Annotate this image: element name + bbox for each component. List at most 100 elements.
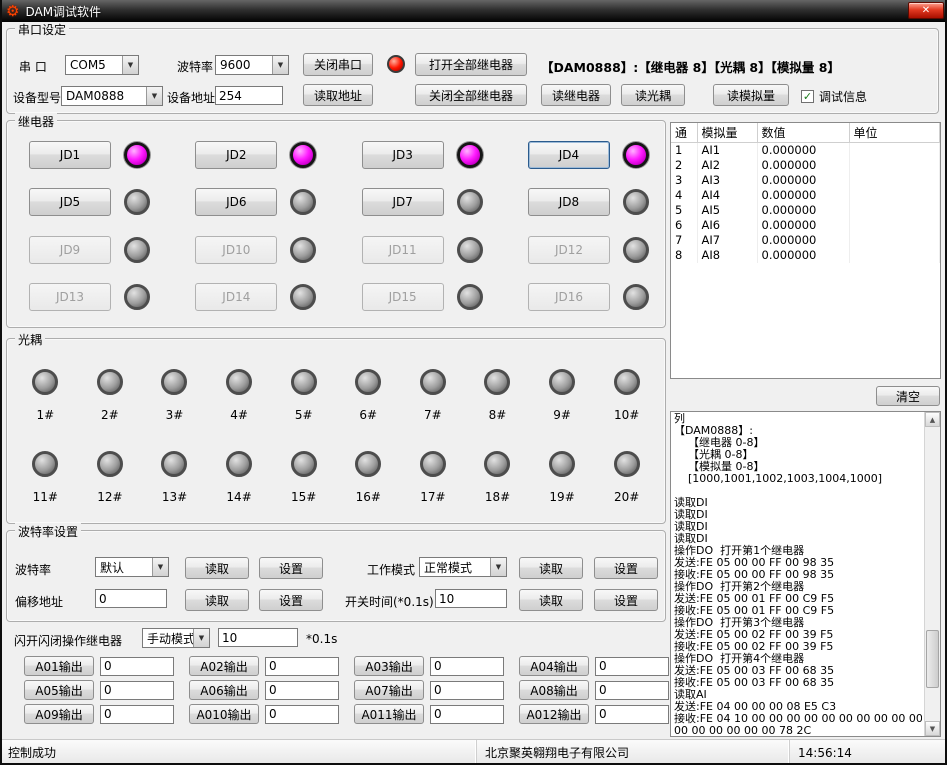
status-text: 控制成功: [0, 740, 477, 765]
output-value-input-12[interactable]: [595, 705, 669, 724]
relay-light-jd15: [457, 284, 483, 310]
relay-cell: JD9: [29, 236, 150, 264]
table-cell: 5: [671, 203, 697, 218]
relay-button-jd14[interactable]: JD14: [195, 283, 277, 311]
table-cell: [849, 203, 940, 218]
flash-operate-label: 闪开闪闭操作继电器: [14, 632, 122, 649]
switch-time-label: 开关时间(*0.1s): [345, 593, 434, 610]
output-value-input-11[interactable]: [430, 705, 504, 724]
work-mode-read-button[interactable]: 读取: [519, 557, 583, 579]
scrollbar-thumb[interactable]: [926, 630, 939, 688]
output-value-input-10[interactable]: [265, 705, 339, 724]
output-value-input-6[interactable]: [265, 681, 339, 700]
opto-light-7: [420, 369, 446, 395]
read-address-button[interactable]: 读取地址: [303, 84, 373, 106]
relay-button-jd9[interactable]: JD9: [29, 236, 111, 264]
read-analog-button[interactable]: 读模拟量: [713, 84, 789, 106]
output-button-4[interactable]: A04输出: [519, 656, 589, 676]
relay-group-title: 继电器: [15, 113, 57, 130]
relay-button-jd16[interactable]: JD16: [528, 283, 610, 311]
log-scrollbar[interactable]: ▲ ▼: [924, 412, 940, 736]
read-opto-button[interactable]: 读光耦: [621, 84, 685, 106]
relay-button-jd7[interactable]: JD7: [362, 188, 444, 216]
app-icon: ⚙: [6, 4, 19, 19]
output-button-12[interactable]: A012输出: [519, 704, 589, 724]
relay-light-jd5: [124, 189, 150, 215]
read-relay-button[interactable]: 读继电器: [541, 84, 611, 106]
baud-set-button[interactable]: 设置: [259, 557, 323, 579]
com-port-select[interactable]: COM5 ▼: [65, 55, 139, 75]
output-value-input-3[interactable]: [430, 657, 504, 676]
offset-address-input[interactable]: [95, 589, 167, 608]
scroll-up-icon[interactable]: ▲: [925, 412, 940, 427]
close-all-relays-button[interactable]: 关闭全部继电器: [415, 84, 527, 106]
relay-button-jd8[interactable]: JD8: [528, 188, 610, 216]
switch-time-input[interactable]: [435, 589, 507, 608]
relay-button-jd1[interactable]: JD1: [29, 141, 111, 169]
offset-set-button[interactable]: 设置: [259, 589, 323, 611]
output-value-input-9[interactable]: [100, 705, 174, 724]
relay-button-jd3[interactable]: JD3: [362, 141, 444, 169]
opto-cell: 18#: [484, 451, 510, 504]
output-value-input-1[interactable]: [100, 657, 174, 676]
output-button-2[interactable]: A02输出: [189, 656, 259, 676]
open-all-relays-button[interactable]: 打开全部继电器: [415, 53, 527, 76]
output-button-8[interactable]: A08输出: [519, 680, 589, 700]
output-value-input-2[interactable]: [265, 657, 339, 676]
opto-cell: 4#: [226, 369, 252, 422]
baud-read-button[interactable]: 读取: [185, 557, 249, 579]
output-value-input-4[interactable]: [595, 657, 669, 676]
table-row: 4AI40.000000: [671, 188, 940, 203]
relay-button-jd15[interactable]: JD15: [362, 283, 444, 311]
opto-cell: 19#: [549, 451, 575, 504]
opto-label-8: 8#: [489, 408, 507, 422]
app-window: ⚙ DAM调试软件 ✕ 串口设定 串 口 COM5 ▼ 波特率 9600 ▼ 关…: [0, 0, 947, 765]
relay-button-jd13[interactable]: JD13: [29, 283, 111, 311]
output-button-5[interactable]: A05输出: [24, 680, 94, 700]
relay-button-jd4[interactable]: JD4: [528, 141, 610, 169]
device-address-input[interactable]: [215, 86, 283, 105]
output-value-input-5[interactable]: [100, 681, 174, 700]
output-button-10[interactable]: A010输出: [189, 704, 259, 724]
output-cell: A012输出: [519, 704, 684, 724]
output-button-1[interactable]: A01输出: [24, 656, 94, 676]
baud-rate-select[interactable]: 9600 ▼: [215, 55, 289, 75]
opto-light-5: [291, 369, 317, 395]
relay-button-jd12[interactable]: JD12: [528, 236, 610, 264]
output-button-7[interactable]: A07输出: [354, 680, 424, 700]
output-button-6[interactable]: A06输出: [189, 680, 259, 700]
opto-light-11: [32, 451, 58, 477]
switch-time-read-button[interactable]: 读取: [519, 589, 583, 611]
relay-button-jd6[interactable]: JD6: [195, 188, 277, 216]
flash-time-input[interactable]: [218, 628, 298, 647]
offset-read-button[interactable]: 读取: [185, 589, 249, 611]
flash-mode-select[interactable]: 手动模式 ▼: [142, 628, 210, 648]
close-button[interactable]: ✕: [908, 2, 944, 19]
close-serial-button[interactable]: 关闭串口: [303, 53, 373, 76]
clear-button[interactable]: 清空: [876, 386, 940, 406]
opto-label-9: 9#: [553, 408, 571, 422]
scroll-down-icon[interactable]: ▼: [925, 721, 940, 736]
relay-button-jd2[interactable]: JD2: [195, 141, 277, 169]
baud-mode-select[interactable]: 默认 ▼: [95, 557, 169, 577]
work-mode-label: 工作模式: [367, 561, 415, 578]
table-row: 3AI30.000000: [671, 173, 940, 188]
relay-button-jd5[interactable]: JD5: [29, 188, 111, 216]
output-button-3[interactable]: A03输出: [354, 656, 424, 676]
device-model-select[interactable]: DAM0888 ▼: [61, 86, 163, 106]
output-value-input-7[interactable]: [430, 681, 504, 700]
relay-grid: JD1 JD2 JD3 JD4 JD5 JD6 JD7 JD8 JD9 JD10 JD11 JD12 J…: [29, 141, 649, 311]
relay-button-jd11[interactable]: JD11: [362, 236, 444, 264]
opto-cell: 2#: [97, 369, 123, 422]
opto-light-8: [484, 369, 510, 395]
debug-info-checkbox[interactable]: ✓ 调试信息: [801, 88, 867, 105]
output-button-11[interactable]: A011输出: [354, 704, 424, 724]
relay-button-jd10[interactable]: JD10: [195, 236, 277, 264]
switch-time-set-button[interactable]: 设置: [594, 589, 658, 611]
log-line: 读取DI: [674, 521, 922, 533]
serial-port-label: 串 口: [19, 58, 47, 75]
output-value-input-8[interactable]: [595, 681, 669, 700]
work-mode-set-button[interactable]: 设置: [594, 557, 658, 579]
output-button-9[interactable]: A09输出: [24, 704, 94, 724]
work-mode-select[interactable]: 正常模式 ▼: [419, 557, 507, 577]
